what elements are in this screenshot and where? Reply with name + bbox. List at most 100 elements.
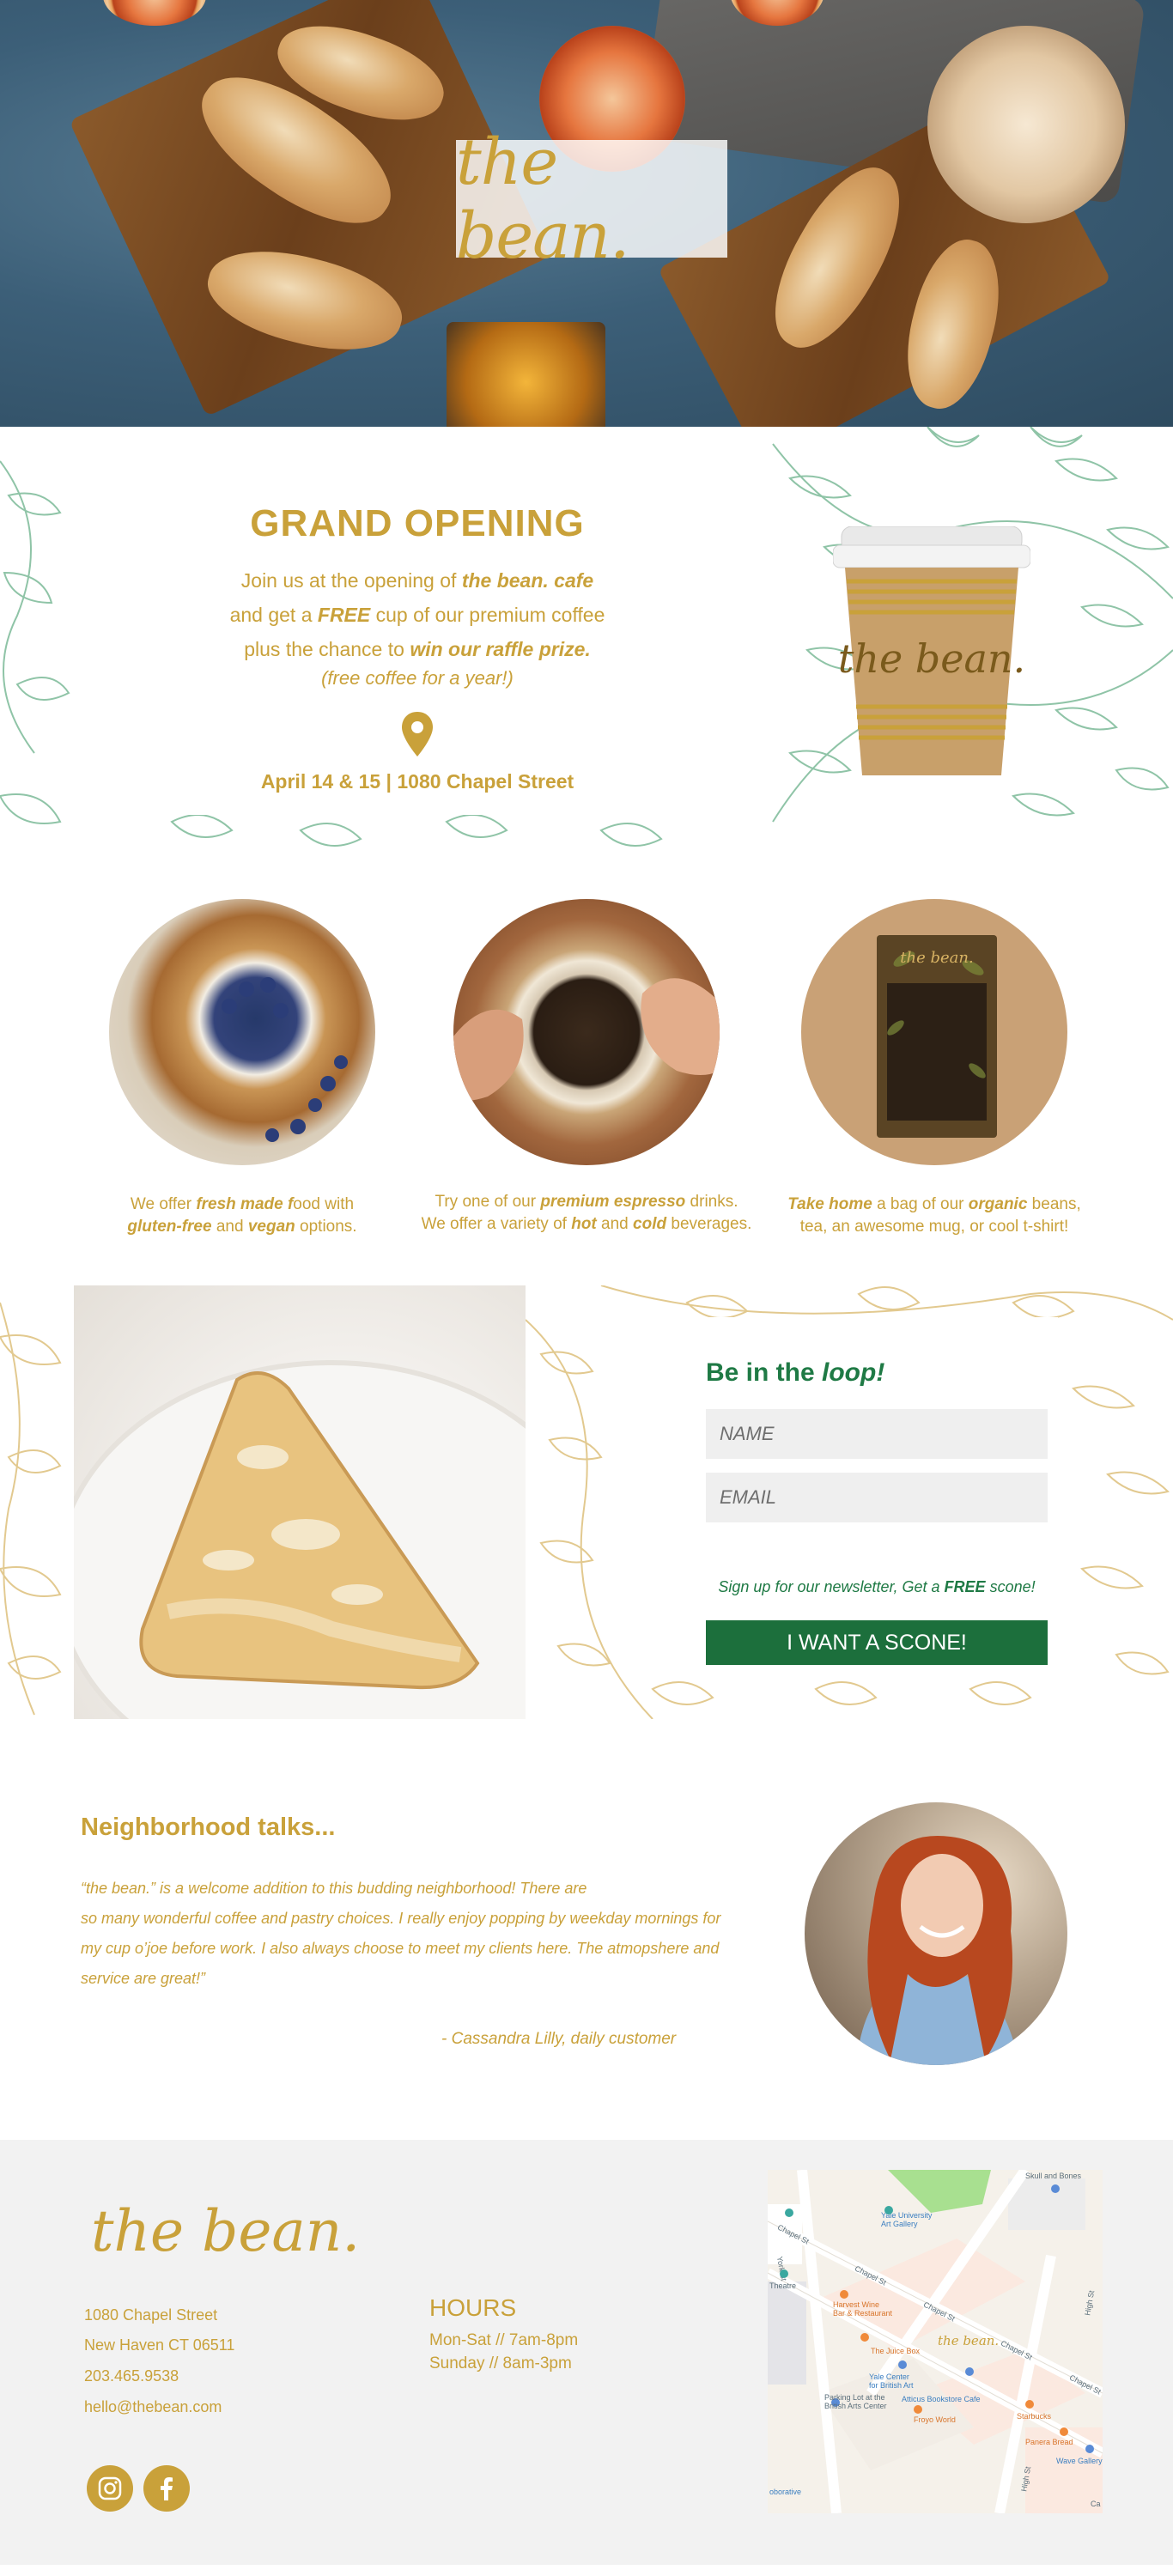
map-pin-icon — [1085, 2445, 1094, 2453]
map-label: Starbucks — [1017, 2412, 1052, 2421]
feature-text: drinks. — [685, 1193, 738, 1211]
quote-line: my cup o’joe before work. I also always … — [81, 1940, 720, 1957]
map-label: Froyo World — [914, 2415, 956, 2424]
map-label: Harvest Wine Bar & Restaurant — [833, 2300, 893, 2318]
feature-text: We offer — [130, 1195, 197, 1213]
opening-line-2: and get a FREE cup of our premium coffee — [74, 604, 761, 627]
feature-emphasis: hot — [571, 1215, 597, 1233]
coffee-bag: the bean. — [877, 935, 997, 1138]
newsletter-note-text: scone! — [985, 1578, 1036, 1595]
map-pin-icon — [840, 2290, 848, 2299]
footer-city: New Haven CT 06511 — [84, 2336, 235, 2354]
feature-text: a bag of our — [872, 1195, 969, 1213]
newsletter-title-emphasis: loop! — [822, 1358, 885, 1387]
feature-text: We offer a variety of — [421, 1215, 572, 1233]
scone-illustration — [74, 1360, 526, 1719]
map-label: Parking Lot at the British Arts Center — [824, 2393, 887, 2410]
features-section: the bean. We offer fresh made food with … — [0, 856, 1173, 1285]
map-label: The Juice Box — [871, 2347, 921, 2355]
location-pin-icon — [402, 712, 433, 756]
coffee-bag-photo: the bean. — [801, 899, 1067, 1165]
opening-emphasis: the bean. cafe — [461, 569, 594, 592]
quote-line: service are great!” — [81, 1970, 206, 1987]
map-pin-icon — [898, 2360, 907, 2369]
opening-text: and get a — [229, 604, 318, 626]
map-label: Ca — [1091, 2500, 1101, 2508]
instagram-icon[interactable] — [87, 2465, 133, 2512]
feature-text-espresso: Try one of our premium espresso drinks. … — [406, 1191, 767, 1236]
customer-portrait — [856, 1836, 1019, 2065]
quote-line: “the bean.” is a welcome addition to thi… — [81, 1880, 587, 1897]
logo-text: the bean. — [456, 125, 629, 273]
feature-text: Try one of our — [435, 1193, 541, 1211]
latte-glass — [927, 26, 1125, 223]
feature-emphasis: Take home — [787, 1195, 872, 1213]
newsletter-section: Be in the loop! Sign up for our newslett… — [0, 1285, 1173, 1719]
map-pin-icon — [1060, 2427, 1068, 2436]
grand-opening-section: GRAND OPENING Join us at the opening of … — [0, 427, 1173, 856]
map-pin-icon — [914, 2405, 922, 2414]
hero-banner: the bean. — [0, 0, 1173, 427]
blueberry-dots — [222, 977, 348, 1142]
footer-email[interactable]: hello@thebean.com — [84, 2398, 222, 2416]
map-pin-icon — [1025, 2400, 1034, 2409]
name-input[interactable] — [706, 1409, 1048, 1459]
map-label: Yale Center for British Art — [869, 2372, 914, 2390]
location-map[interactable]: Skull and Bones Yale University Art Gall… — [768, 2170, 1103, 2513]
newsletter-title-text: Be in the — [706, 1358, 823, 1387]
cup-logo-text: the bean. — [838, 635, 1025, 682]
map-label: oborative — [769, 2488, 802, 2496]
map-pin-icon — [1051, 2184, 1060, 2193]
testimonial-author: - Cassandra Lilly, daily customer — [441, 2030, 677, 2048]
newsletter-note-text: Sign up for our newsletter, Get a — [718, 1578, 945, 1595]
footer-address: 1080 Chapel Street — [84, 2306, 218, 2324]
signup-button[interactable]: I WANT A SCONE! — [706, 1620, 1048, 1665]
email-input[interactable] — [706, 1473, 1048, 1522]
testimonial-title: Neighborhood talks... — [81, 1814, 336, 1841]
footer-logo[interactable]: the bean. — [91, 2198, 360, 2264]
opening-line-1: Join us at the opening of the bean. cafe — [74, 569, 761, 592]
map-label: Theatre — [769, 2281, 797, 2290]
opening-card: GRAND OPENING Join us at the opening of … — [74, 427, 761, 815]
map-streets — [768, 2170, 1103, 2513]
footer: the bean. 1080 Chapel Street New Haven C… — [0, 2140, 1173, 2565]
coffee-cup-illustration: the bean. — [833, 526, 1030, 775]
facebook-icon[interactable] — [143, 2465, 190, 2512]
map-location-pin[interactable]: the bean. — [938, 2333, 999, 2348]
opening-emphasis: win our raffle prize. — [410, 638, 591, 660]
opening-text: Join us at the opening of — [240, 569, 462, 592]
opening-emphasis: FREE — [317, 604, 371, 626]
opening-date: April 14 & 15 | 1080 Chapel Street — [260, 770, 574, 793]
opening-text: cup of our premium coffee — [370, 604, 605, 626]
feature-emphasis: premium espresso — [540, 1193, 686, 1211]
opening-text: plus the chance to — [244, 638, 410, 660]
feature-text: beverages. — [666, 1215, 752, 1233]
feature-text: tea, an awesome mug, or cool t-shirt! — [799, 1218, 1069, 1236]
opening-subnote: (free coffee for a year!) — [321, 667, 514, 689]
newsletter-card: Be in the loop! Sign up for our newslett… — [656, 1317, 1058, 1665]
feature-text: and — [211, 1218, 248, 1236]
newsletter-note-emphasis: FREE — [944, 1578, 986, 1595]
map-label: Atticus Bookstore Cafe — [902, 2395, 981, 2403]
hero-logo[interactable]: the bean. — [456, 125, 727, 273]
feature-text: options. — [295, 1218, 357, 1236]
footer-phone[interactable]: 203.465.9538 — [84, 2367, 179, 2385]
honey-jar — [447, 322, 605, 427]
map-pin-icon — [884, 2206, 893, 2215]
feature-emphasis: gluten-free — [127, 1218, 212, 1236]
opening-line-3: plus the chance to win our raffle prize. — [74, 638, 761, 661]
facebook-glyph — [161, 2477, 173, 2500]
feature-text: beans, — [1027, 1195, 1081, 1213]
instagram-glyph — [98, 2476, 122, 2500]
feature-text-food: We offer fresh made food with gluten-fre… — [62, 1194, 422, 1238]
bag-logo-text: the bean. — [900, 949, 973, 967]
map-label: Skull and Bones — [1025, 2172, 1082, 2180]
newsletter-title: Be in the loop! — [706, 1358, 884, 1388]
map-pin-icon — [785, 2208, 793, 2217]
feature-emphasis: fresh made f — [196, 1195, 294, 1213]
feature-emphasis: cold — [633, 1215, 667, 1233]
scone-photo — [74, 1285, 526, 1719]
feature-emphasis: vegan — [247, 1218, 295, 1236]
galette-photo — [109, 899, 375, 1165]
espresso-photo — [453, 899, 720, 1165]
